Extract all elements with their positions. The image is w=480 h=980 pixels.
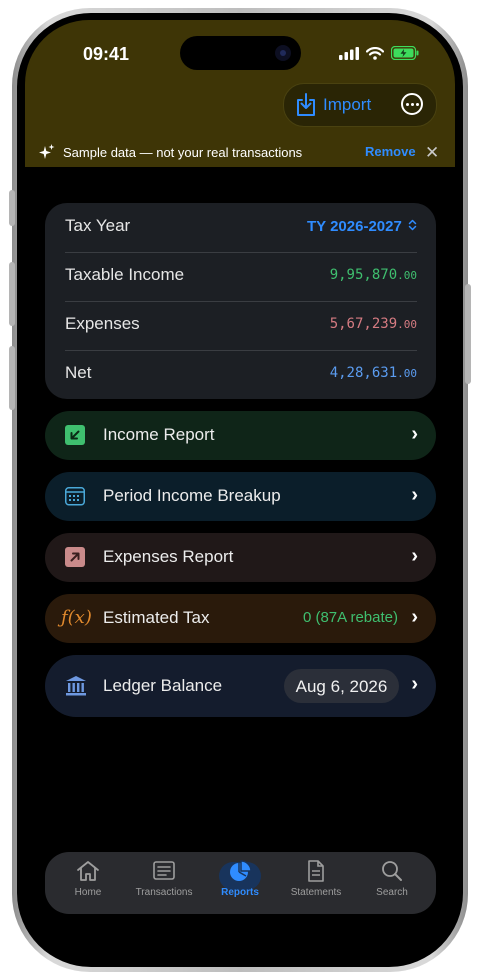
sample-data-banner: Sample data — not your real transactions…: [25, 140, 455, 168]
function-icon: ƒ(x): [61, 607, 92, 628]
action-button: [9, 190, 15, 226]
net-amount: 4,28,631: [329, 365, 398, 381]
volume-up-button: [9, 262, 15, 326]
import-button[interactable]: Import: [295, 93, 371, 117]
tab-transactions[interactable]: Transactions: [129, 860, 199, 898]
tab-statements-label: Statements: [290, 887, 342, 898]
volume-down-button: [9, 346, 15, 410]
ledger-date: Aug 6, 2026: [295, 677, 388, 696]
bank-building-icon: [66, 676, 86, 696]
net-decimals: .00: [397, 367, 417, 380]
import-label: Import: [323, 95, 372, 114]
tab-reports-label: Reports: [221, 887, 259, 898]
taxable-income-label: Taxable Income: [65, 265, 185, 284]
pie-chart-icon: [230, 860, 252, 881]
screen: 09:41 Import Sample data — not your real…: [25, 20, 455, 960]
chevron-right-icon: ›: [411, 423, 418, 445]
magnifier-icon: [382, 861, 402, 881]
chevron-up-down-icon: [408, 219, 417, 231]
taxable-income-decimals: .00: [397, 269, 417, 282]
arrow-down-left-square-icon: [65, 425, 85, 445]
estimated-tax-item[interactable]: ƒ(x) Estimated Tax 0 (87A rebate) ›: [45, 594, 436, 643]
net-row: Net 4,28,631.00: [65, 350, 417, 399]
tab-reports[interactable]: Reports: [205, 860, 275, 898]
ledger-balance-item[interactable]: Ledger Balance Aug 6, 2026 ›: [45, 655, 436, 717]
ledger-balance-label: Ledger Balance: [103, 676, 223, 695]
tab-home-label: Home: [74, 887, 102, 898]
banner-text: Sample data — not your real transactions: [63, 145, 303, 160]
tab-search[interactable]: Search: [357, 860, 427, 898]
power-button: [465, 284, 471, 384]
chevron-right-icon: ›: [411, 545, 418, 567]
estimated-tax-label: Estimated Tax: [103, 608, 210, 627]
dynamic-island: [180, 36, 301, 70]
status-icons: [339, 46, 419, 60]
chevron-right-icon: ›: [411, 484, 418, 506]
tab-statements[interactable]: Statements: [281, 860, 351, 898]
calendar-icon: [65, 487, 85, 506]
tax-year-picker[interactable]: TY 2026-2027: [307, 218, 417, 235]
ellipsis-circle-icon[interactable]: [401, 93, 423, 115]
wifi-icon: [366, 46, 384, 60]
tax-year-value: TY 2026-2027: [307, 218, 402, 235]
expenses-label: Expenses: [65, 314, 140, 333]
expenses-amount: 5,67,239: [329, 316, 398, 332]
arrow-up-right-square-icon: [65, 547, 85, 567]
battery-icon: [391, 46, 419, 60]
expenses-report-item[interactable]: Expenses Report ›: [45, 533, 436, 582]
tax-summary-card: Tax Year TY 2026-2027 Taxable Income 9,9…: [45, 203, 436, 399]
download-tray-icon: [297, 93, 315, 116]
net-value: 4,28,631.00: [330, 365, 417, 381]
sparkle-icon: [39, 144, 55, 159]
taxable-income-row: Taxable Income 9,95,870.00: [65, 252, 417, 302]
period-income-breakup-item[interactable]: Period Income Breakup ›: [45, 472, 436, 521]
close-icon[interactable]: ✕: [425, 143, 439, 163]
status-time: 09:41: [83, 44, 130, 64]
chevron-right-icon: ›: [411, 606, 418, 628]
income-report-item[interactable]: Income Report ›: [45, 411, 436, 460]
tax-year-row: Tax Year TY 2026-2027: [65, 203, 417, 253]
tab-home[interactable]: Home: [53, 860, 123, 898]
tax-year-label: Tax Year: [65, 216, 131, 235]
period-income-breakup-label: Period Income Breakup: [103, 486, 281, 505]
signal-icon: [339, 46, 359, 60]
chevron-right-icon: ›: [411, 673, 418, 695]
tab-bar: Home Transactions Reports Statements Sea…: [45, 852, 436, 914]
expenses-row: Expenses 5,67,239.00: [65, 301, 417, 351]
tab-search-label: Search: [376, 887, 408, 898]
expenses-decimals: .00: [397, 318, 417, 331]
document-icon: [308, 860, 324, 882]
expenses-report-label: Expenses Report: [103, 547, 234, 566]
expenses-value: 5,67,239.00: [330, 316, 417, 332]
list-icon: [153, 861, 175, 880]
income-report-label: Income Report: [103, 425, 215, 444]
house-icon: [77, 861, 99, 881]
taxable-income-value: 9,95,870.00: [330, 267, 417, 283]
tab-transactions-label: Transactions: [135, 887, 193, 898]
net-label: Net: [65, 363, 92, 382]
camera-icon: [275, 45, 291, 61]
remove-button[interactable]: Remove: [365, 144, 416, 159]
taxable-income-amount: 9,95,870: [329, 267, 398, 283]
estimated-tax-value: 0 (87A rebate): [302, 609, 398, 626]
